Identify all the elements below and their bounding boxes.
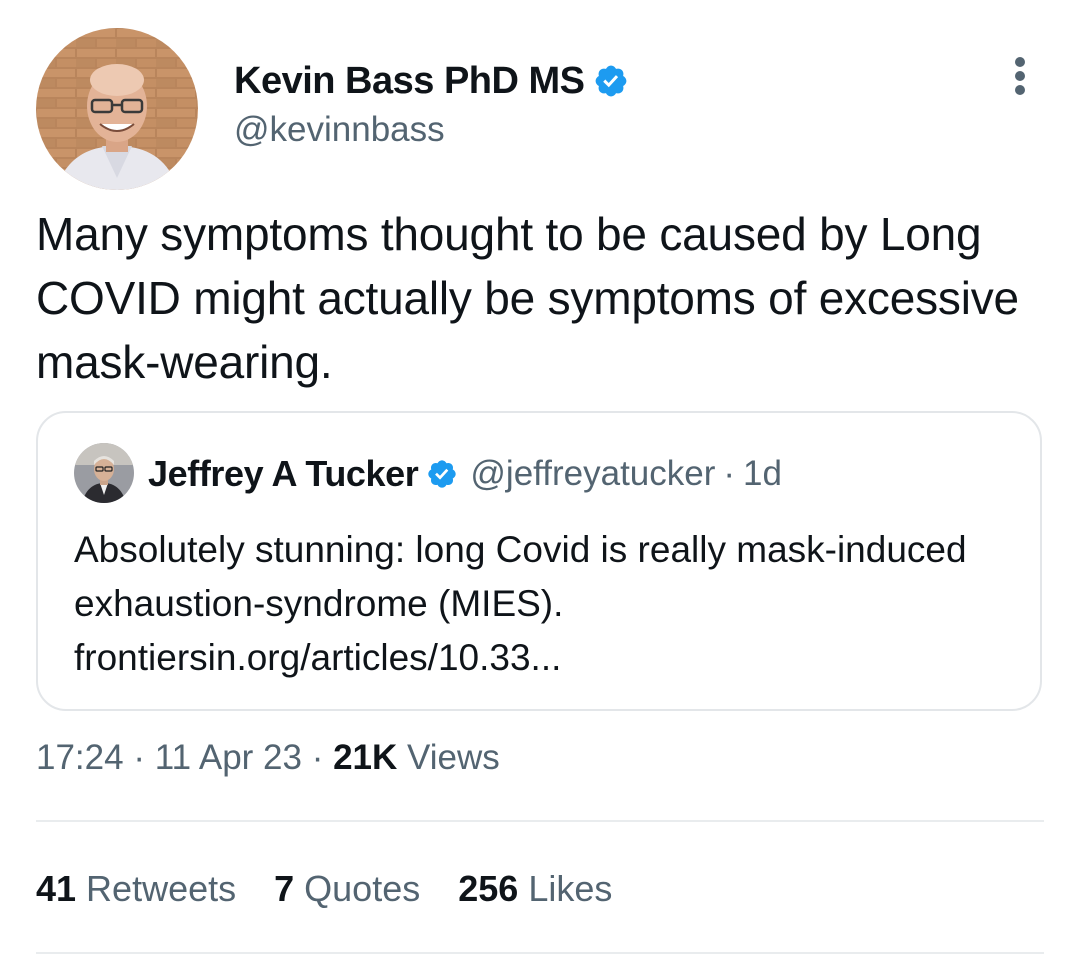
more-options-button[interactable] [1004,52,1036,100]
views-count: 21K [333,738,398,777]
likes-label: Likes [528,868,613,909]
meta-separator: · [311,738,324,777]
verified-badge-icon [595,65,626,97]
author-name-row: Kevin Bass PhD MS [234,58,629,104]
author-handle[interactable]: @kevinnbass [234,110,629,150]
more-vertical-icon [1015,57,1025,95]
author-info[interactable]: Kevin Bass PhD MS @kevinnbass [234,58,629,150]
quoted-tweet-card[interactable]: Jeffrey A Tucker @jeffreyatucker · 1d Ab… [36,411,1042,711]
divider [36,952,1044,954]
retweets-label: Retweets [86,868,237,909]
quotes-stat[interactable]: 7 Quotes [274,868,420,910]
quoted-author-handle: @jeffreyatucker [470,454,716,493]
tweet-date[interactable]: 11 Apr 23 [155,738,302,777]
author-avatar[interactable] [36,28,198,190]
quoted-timestamp: 1d [743,454,782,493]
likes-count: 256 [458,868,519,909]
retweets-count: 41 [36,868,77,909]
quoted-author-name: Jeffrey A Tucker [148,453,419,494]
quoted-tweet-header: Jeffrey A Tucker @jeffreyatucker · 1d [148,449,782,499]
retweets-stat[interactable]: 41 Retweets [36,868,236,910]
quotes-count: 7 [274,868,295,909]
divider [36,820,1044,822]
views-label: Views [407,738,500,777]
tweet-text: Many symptoms thought to be caused by Lo… [36,208,1019,388]
likes-stat[interactable]: 256 Likes [458,868,612,910]
quotes-label: Quotes [304,868,421,909]
quoted-separator: · [723,454,736,493]
author-name[interactable]: Kevin Bass PhD MS [234,60,585,103]
quoted-tweet-text: Absolutely stunning: long Covid is reall… [74,529,967,678]
meta-separator: · [133,738,145,777]
engagement-stats: 41 Retweets 7 Quotes 256 Likes [36,868,650,910]
quoted-author-avatar [74,443,134,503]
tweet-time[interactable]: 17:24 [36,738,124,777]
tweet-meta: 17:24 · 11 Apr 23 · 21K Views [36,738,500,778]
verified-badge-icon [428,460,457,488]
